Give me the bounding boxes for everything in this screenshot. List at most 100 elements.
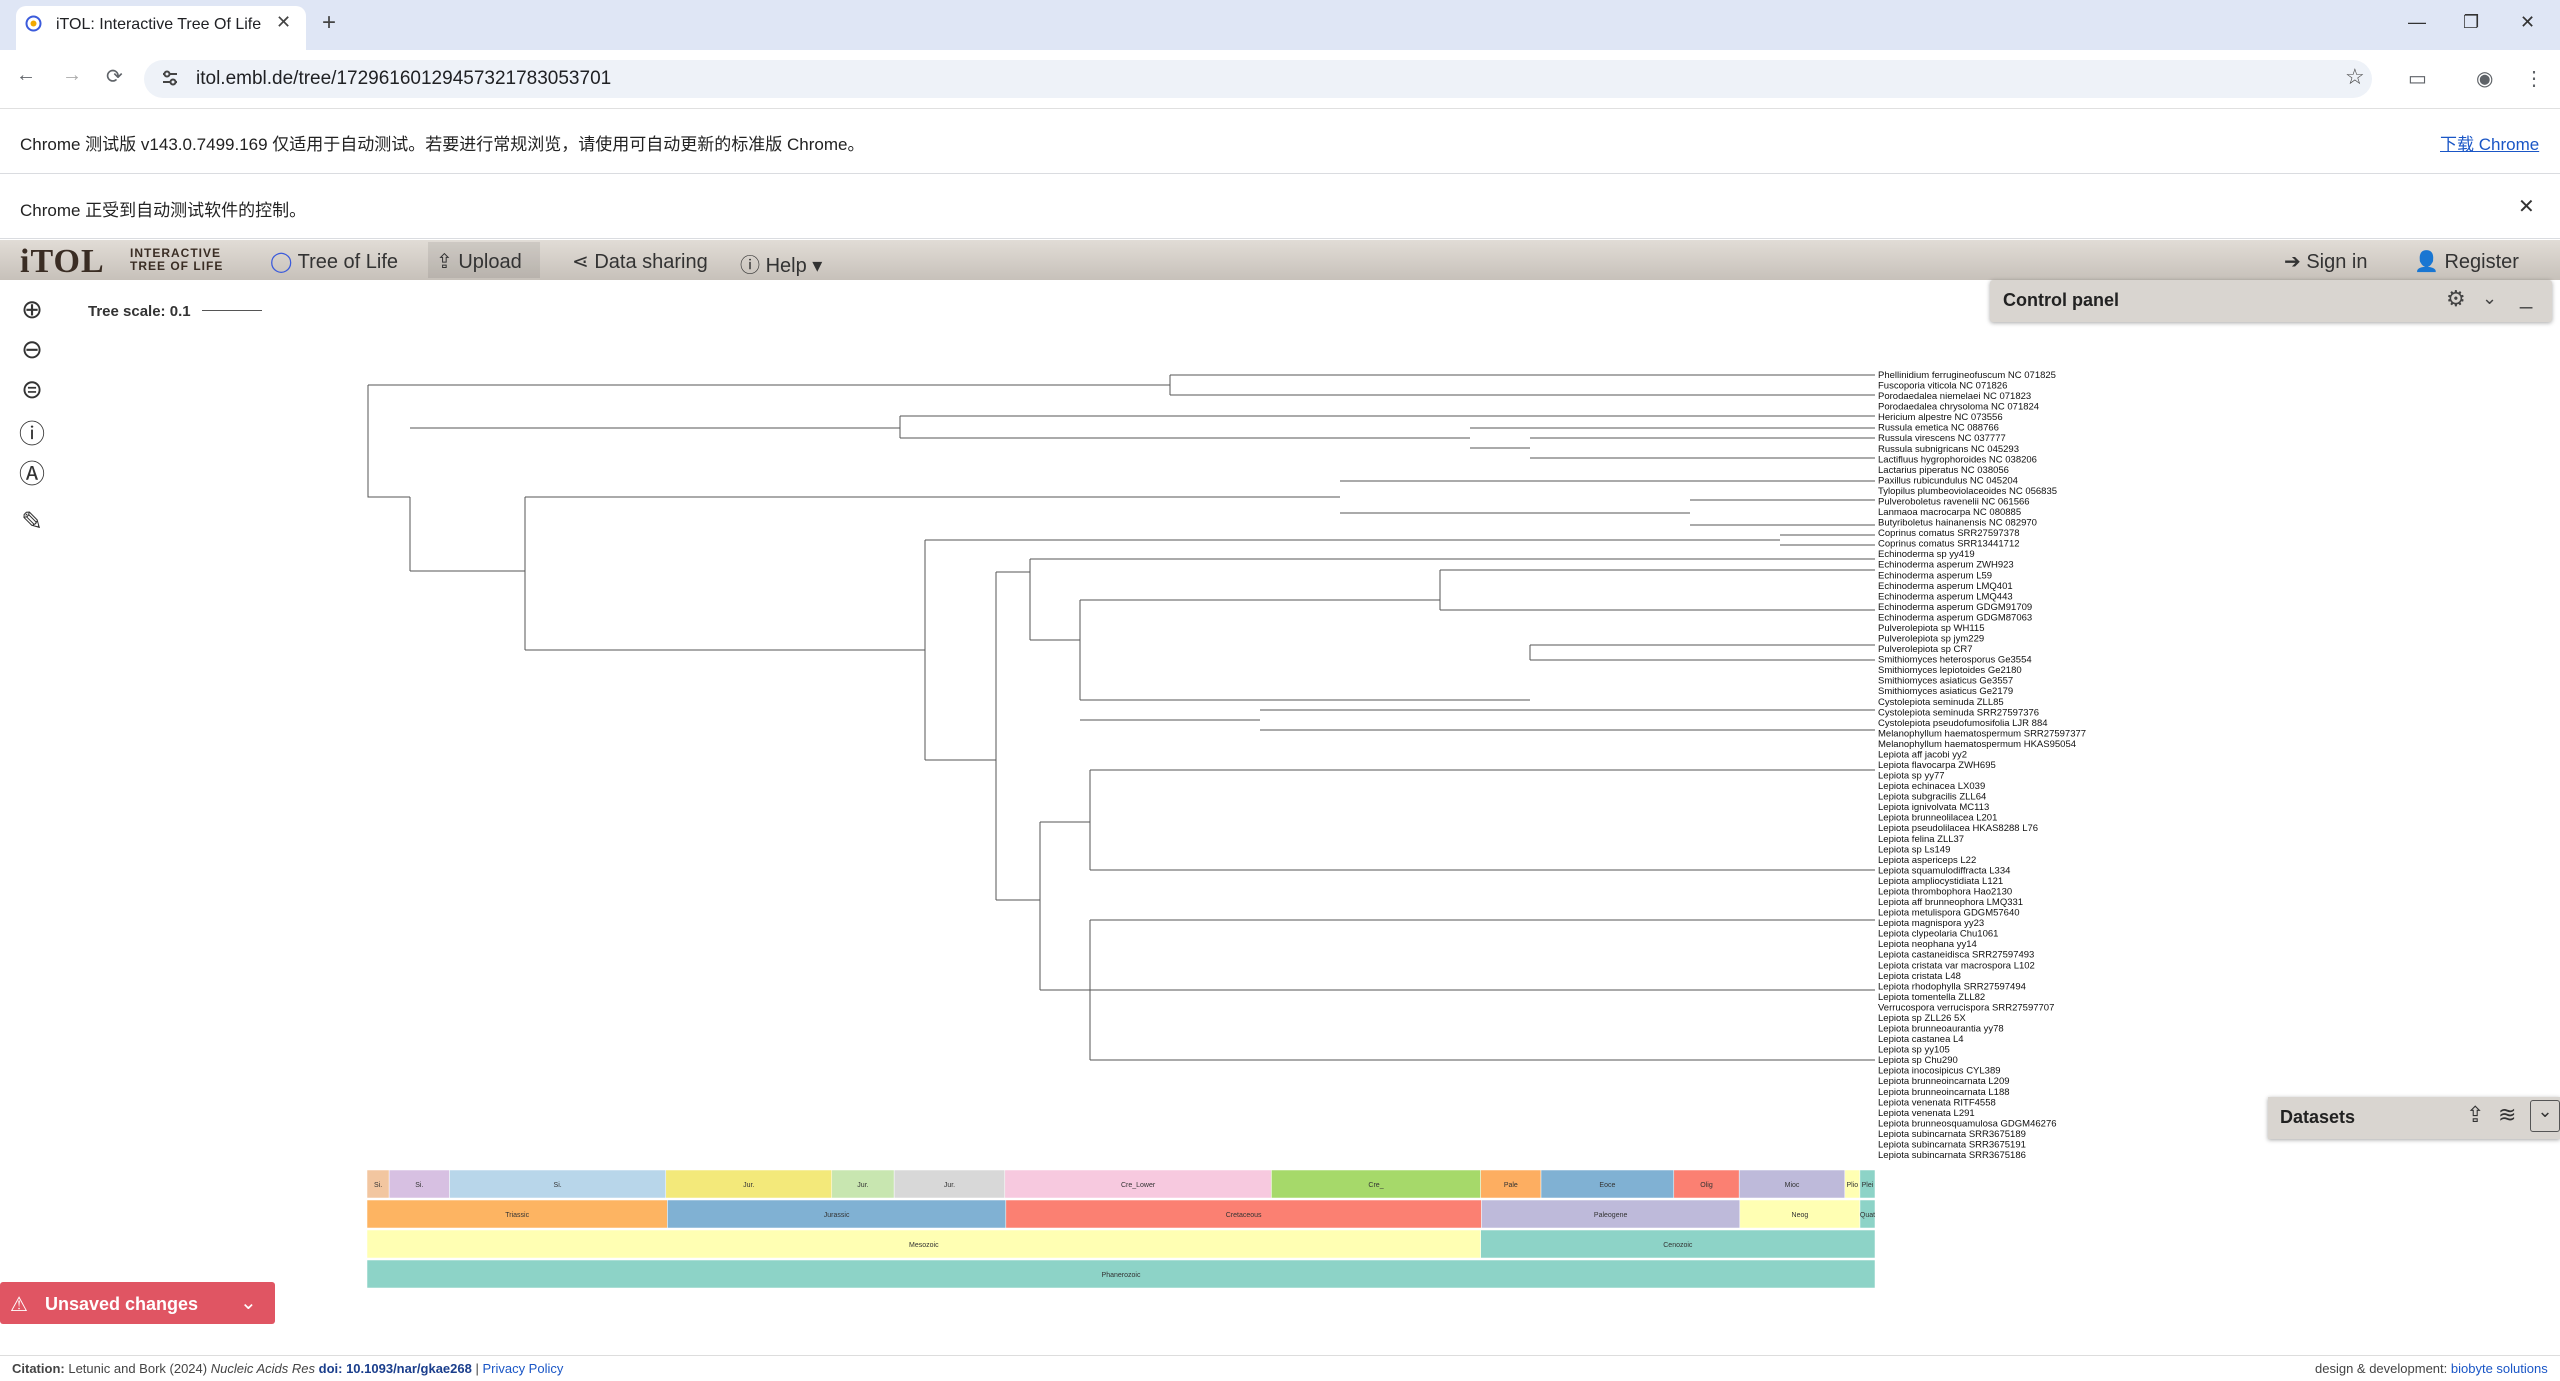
leaf-label[interactable]: Fuscoporia viticola NC 071826 <box>1878 381 2007 392</box>
leaf-label[interactable]: Lepiota subincarnata SRR3675191 <box>1878 1139 2026 1150</box>
timescale-band-label: Cretaceous <box>1226 1212 1262 1219</box>
leaf-label[interactable]: Lepiota brunneoincarnata L209 <box>1878 1076 2010 1087</box>
leaf-label[interactable]: Smithiomyces heterosporus Ge3554 <box>1878 655 2032 666</box>
phylogenetic-tree[interactable]: Phellinidium ferrugineofuscum NC 071825F… <box>0 0 2560 1380</box>
timescale-band-label: Plio <box>1847 1182 1859 1189</box>
minimize-panel-icon[interactable]: _ <box>2520 284 2532 310</box>
leaf-label[interactable]: Phellinidium ferrugineofuscum NC 071825 <box>1878 370 2056 381</box>
timescale-band-label: Cre_ <box>1368 1182 1383 1189</box>
leaf-label[interactable]: Lepiota brunneoincarnata L188 <box>1878 1087 2010 1098</box>
leaf-label[interactable]: Lanmaoa macrocarpa NC 080885 <box>1878 507 2021 518</box>
leaf-label[interactable]: Lepiota sp yy105 <box>1878 1045 1950 1056</box>
chevron-down-icon[interactable]: ⌄ <box>2482 288 2497 309</box>
leaf-label[interactable]: Verrucospora verrucispora SRR27597707 <box>1878 1002 2054 1013</box>
leaf-label[interactable]: Lepiota neophana yy14 <box>1878 939 1977 950</box>
leaf-label[interactable]: Echinoderma asperum ZWH923 <box>1878 560 2014 571</box>
biobyte-link[interactable]: biobyte solutions <box>2451 1361 2548 1376</box>
citation: Citation: Letunic and Bork (2024) Nuclei… <box>12 1361 564 1376</box>
timescale-band-label: Olig <box>1700 1182 1713 1189</box>
timescale-band-label: Phanerozoic <box>1102 1272 1141 1279</box>
leaf-label[interactable]: Lactarius piperatus NC 038056 <box>1878 465 2009 476</box>
leaf-label[interactable]: Lepiota flavocarpa ZWH695 <box>1878 760 1996 771</box>
privacy-link[interactable]: Privacy Policy <box>482 1361 563 1376</box>
leaf-label[interactable]: Lepiota ampliocystidiata L121 <box>1878 876 2003 887</box>
datasets-collapse-icon[interactable]: ⌄ <box>2530 1100 2560 1132</box>
leaf-label[interactable]: Lepiota subgracilis ZLL64 <box>1878 792 1986 803</box>
leaf-label[interactable]: Lepiota sp Chu290 <box>1878 1055 1958 1066</box>
leaf-label[interactable]: Cystolepiota seminuda SRR27597376 <box>1878 707 2039 718</box>
leaf-label[interactable]: Lepiota felina ZLL37 <box>1878 834 1964 845</box>
leaf-label[interactable]: Hericium alpestre NC 073556 <box>1878 412 2003 423</box>
leaf-label[interactable]: Echinoderma asperum L59 <box>1878 570 1992 581</box>
gear-icon[interactable]: ⚙ <box>2446 286 2466 312</box>
leaf-label[interactable]: Lepiota aspericeps L22 <box>1878 855 1976 866</box>
leaf-label[interactable]: Echinoderma sp yy419 <box>1878 549 1975 560</box>
leaf-label[interactable]: Butyriboletus hainanensis NC 082970 <box>1878 518 2037 529</box>
leaf-label[interactable]: Lepiota echinacea LX039 <box>1878 781 1985 792</box>
timescale-band-label: Mesozoic <box>909 1242 939 1249</box>
timescale-band-label: Jur. <box>743 1182 754 1189</box>
leaf-label[interactable]: Tylopilus plumbeoviolaceoides NC 056835 <box>1878 486 2057 497</box>
leaf-label[interactable]: Lepiota venenata RITF4558 <box>1878 1097 1996 1108</box>
leaf-label[interactable]: Porodaedalea niemelaei NC 071823 <box>1878 391 2031 402</box>
leaf-label[interactable]: Lepiota brunneosquamulosa GDGM46276 <box>1878 1118 2057 1129</box>
leaf-label[interactable]: Lepiota castanea L4 <box>1878 1034 1964 1045</box>
leaf-label[interactable]: Lepiota magnispora yy23 <box>1878 918 1984 929</box>
timescale-band-label: Si. <box>554 1182 562 1189</box>
leaf-label[interactable]: Lepiota subincarnata SRR3675189 <box>1878 1129 2026 1140</box>
timescale-band-label: Jur. <box>857 1182 868 1189</box>
leaf-label[interactable]: Smithiomyces lepiotoides Ge2180 <box>1878 665 2022 676</box>
leaf-label[interactable]: Cystolepiota pseudofumosifolia LJR 884 <box>1878 718 2048 729</box>
layers-icon[interactable]: ≋ <box>2498 1102 2516 1128</box>
leaf-label[interactable]: Pulverolepiota sp CR7 <box>1878 644 1973 655</box>
leaf-label[interactable]: Melanophyllum haematospermum SRR27597377 <box>1878 728 2086 739</box>
leaf-label[interactable]: Lepiota cristata L48 <box>1878 971 1961 982</box>
timescale-band-label: Jurassic <box>824 1212 850 1219</box>
leaf-label[interactable]: Lepiota cristata var macrospora L102 <box>1878 960 2035 971</box>
leaf-label[interactable]: Porodaedalea chrysoloma NC 071824 <box>1878 402 2039 413</box>
leaf-label[interactable]: Lepiota ignivolvata MC113 <box>1878 802 1989 813</box>
leaf-label[interactable]: Lepiota sp yy77 <box>1878 771 1945 782</box>
leaf-label[interactable]: Lepiota brunneolilacea L201 <box>1878 813 1997 824</box>
leaf-label[interactable]: Melanophyllum haematospermum HKAS95054 <box>1878 739 2076 750</box>
upload-dataset-icon[interactable]: ⇪ <box>2466 1102 2484 1128</box>
leaf-label[interactable]: Coprinus comatus SRR13441712 <box>1878 539 2020 550</box>
leaf-label[interactable]: Lepiota clypeolaria Chu1061 <box>1878 929 1998 940</box>
leaf-label[interactable]: Russula emetica NC 088766 <box>1878 423 1999 434</box>
leaf-label[interactable]: Lepiota squamulodiffracta L334 <box>1878 865 2010 876</box>
leaf-label[interactable]: Smithiomyces asiaticus Ge3557 <box>1878 676 2013 687</box>
leaf-label[interactable]: Lepiota castaneidisca SRR27597493 <box>1878 950 2034 961</box>
leaf-label[interactable]: Lepiota brunneoaurantia yy78 <box>1878 1024 2004 1035</box>
leaf-label[interactable]: Pulverolepiota sp WH115 <box>1878 623 1985 634</box>
leaf-label[interactable]: Russula virescens NC 037777 <box>1878 433 2006 444</box>
leaf-label[interactable]: Lepiota sp Ls149 <box>1878 844 1950 855</box>
leaf-label[interactable]: Lepiota pseudolilacea HKAS8288 L76 <box>1878 823 2038 834</box>
leaf-label[interactable]: Russula subnigricans NC 045293 <box>1878 444 2019 455</box>
leaf-label[interactable]: Coprinus comatus SRR27597378 <box>1878 528 2020 539</box>
timescale-band-label: Si. <box>415 1182 423 1189</box>
timescale-band-label: Jur. <box>944 1182 955 1189</box>
leaf-label[interactable]: Lepiota aff brunneophora LMQ331 <box>1878 897 2023 908</box>
leaf-label[interactable]: Lepiota sp ZLL26 5X <box>1878 1013 1966 1024</box>
leaf-label[interactable]: Lepiota aff jacobi yy2 <box>1878 749 1967 760</box>
leaf-label[interactable]: Pulveroboletus ravenelii NC 061566 <box>1878 496 2030 507</box>
leaf-label[interactable]: Lepiota thrombophora Hao2130 <box>1878 886 2012 897</box>
leaf-label[interactable]: Echinoderma asperum LMQ443 <box>1878 591 2013 602</box>
leaf-label[interactable]: Pulverolepiota sp jym229 <box>1878 634 1984 645</box>
leaf-label[interactable]: Lactifluus hygrophoroides NC 038206 <box>1878 454 2037 465</box>
leaf-label[interactable]: Lepiota tomentella ZLL82 <box>1878 992 1985 1003</box>
leaf-label[interactable]: Echinoderma asperum GDGM91709 <box>1878 602 2032 613</box>
leaf-label[interactable]: Lepiota inocosipicus CYL389 <box>1878 1066 2001 1077</box>
leaf-label[interactable]: Lepiota rhodophylla SRR27597494 <box>1878 981 2026 992</box>
leaf-label[interactable]: Paxillus rubicundulus NC 045204 <box>1878 475 2018 486</box>
leaf-label[interactable]: Lepiota venenata L291 <box>1878 1108 1975 1119</box>
tree-branches <box>367 374 1875 1061</box>
leaf-label[interactable]: Cystolepiota seminuda ZLL85 <box>1878 697 2004 708</box>
leaf-label[interactable]: Lepiota subincarnata SRR3675186 <box>1878 1150 2026 1161</box>
chevron-down-icon[interactable]: ⌄ <box>240 1290 257 1315</box>
leaf-label[interactable]: Smithiomyces asiaticus Ge2179 <box>1878 686 2013 697</box>
leaf-label[interactable]: Lepiota metulispora GDGM57640 <box>1878 908 2020 919</box>
doi-link[interactable]: doi: 10.1093/nar/gkae268 <box>319 1361 472 1376</box>
leaf-label[interactable]: Echinoderma asperum GDGM87063 <box>1878 612 2032 623</box>
leaf-label[interactable]: Echinoderma asperum LMQ401 <box>1878 581 2013 592</box>
